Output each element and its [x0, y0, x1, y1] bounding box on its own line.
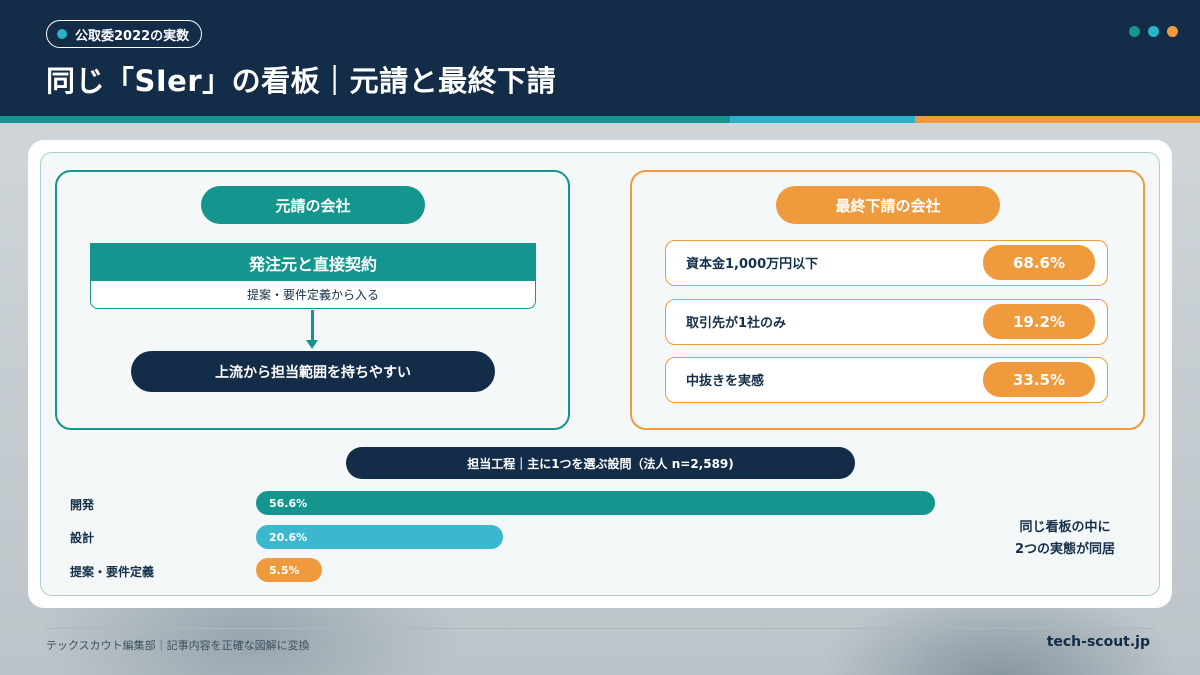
dot-icon-teal — [1129, 26, 1140, 37]
stat-value: 19.2% — [983, 304, 1095, 339]
bar-value-label: 20.6% — [269, 530, 308, 544]
footer-divider — [46, 628, 1154, 629]
footer-site-link[interactable]: tech-scout.jp — [1047, 634, 1150, 650]
summary-note: 同じ看板の中に 2つの実態が同居 — [995, 517, 1135, 561]
bar-value-label: 5.5% — [269, 563, 300, 577]
summary-note-line1: 同じ看板の中に — [1019, 520, 1111, 535]
dot-icon-cyan — [1148, 26, 1159, 37]
prime-contractor-result: 上流から担当範囲を持ちやすい — [131, 351, 495, 392]
stat-value: 68.6% — [983, 245, 1095, 280]
footer-credit: テックスカウト編集部｜記事内容を正確な図解に変換 — [46, 639, 310, 652]
window-dots — [1129, 26, 1178, 37]
dot-icon-orange — [1167, 26, 1178, 37]
bar-requirements: 5.5% — [256, 558, 322, 582]
source-tag-label: 公取委2022の実数 — [75, 28, 190, 44]
prime-contractor-heading: 元請の会社 — [201, 186, 425, 224]
direct-contract-sub: 提案・要件定義から入る — [246, 288, 379, 302]
bar-category-label: 提案・要件定義 — [70, 564, 155, 579]
summary-note-line2: 2つの実態が同居 — [1014, 542, 1116, 557]
header-stripe-orange — [915, 116, 1200, 123]
bar-value-label: 56.6% — [269, 496, 308, 510]
source-tag: 公取委2022の実数 — [46, 20, 203, 48]
bar-design: 20.6% — [256, 525, 504, 549]
bar-category-label: 開発 — [70, 497, 95, 512]
stat-label: 中抜きを実感 — [686, 374, 765, 389]
bar-category-label: 設計 — [70, 530, 95, 545]
stat-label: 取引先が1社のみ — [686, 316, 787, 331]
tag-dot-icon — [57, 29, 67, 39]
direct-contract-title: 発注元と直接契約 — [91, 244, 535, 281]
stat-row: 中抜きを実感 33.5% — [665, 357, 1108, 403]
arrow-head-icon — [306, 340, 318, 349]
stat-row: 資本金1,000万円以下 68.6% — [665, 240, 1108, 286]
header-stripe-cyan — [730, 116, 915, 123]
final-subcontractor-heading: 最終下請の会社 — [776, 186, 1000, 224]
page-title: 同じ「SIer」の看板｜元請と最終下請 — [46, 64, 557, 98]
header: 公取委2022の実数 同じ「SIer」の看板｜元請と最終下請 — [0, 0, 1200, 116]
chart-title: 担当工程｜主に1つを選ぶ設問（法人 n=2,589) — [346, 447, 855, 479]
stat-label: 資本金1,000万円以下 — [686, 257, 819, 272]
arrow-down-icon — [311, 310, 314, 344]
header-stripe-teal — [0, 116, 730, 123]
stat-value: 33.5% — [983, 362, 1095, 397]
direct-contract-box: 発注元と直接契約 提案・要件定義から入る — [90, 243, 536, 309]
bar-development: 56.6% — [256, 491, 935, 515]
stat-row: 取引先が1社のみ 19.2% — [665, 299, 1108, 345]
